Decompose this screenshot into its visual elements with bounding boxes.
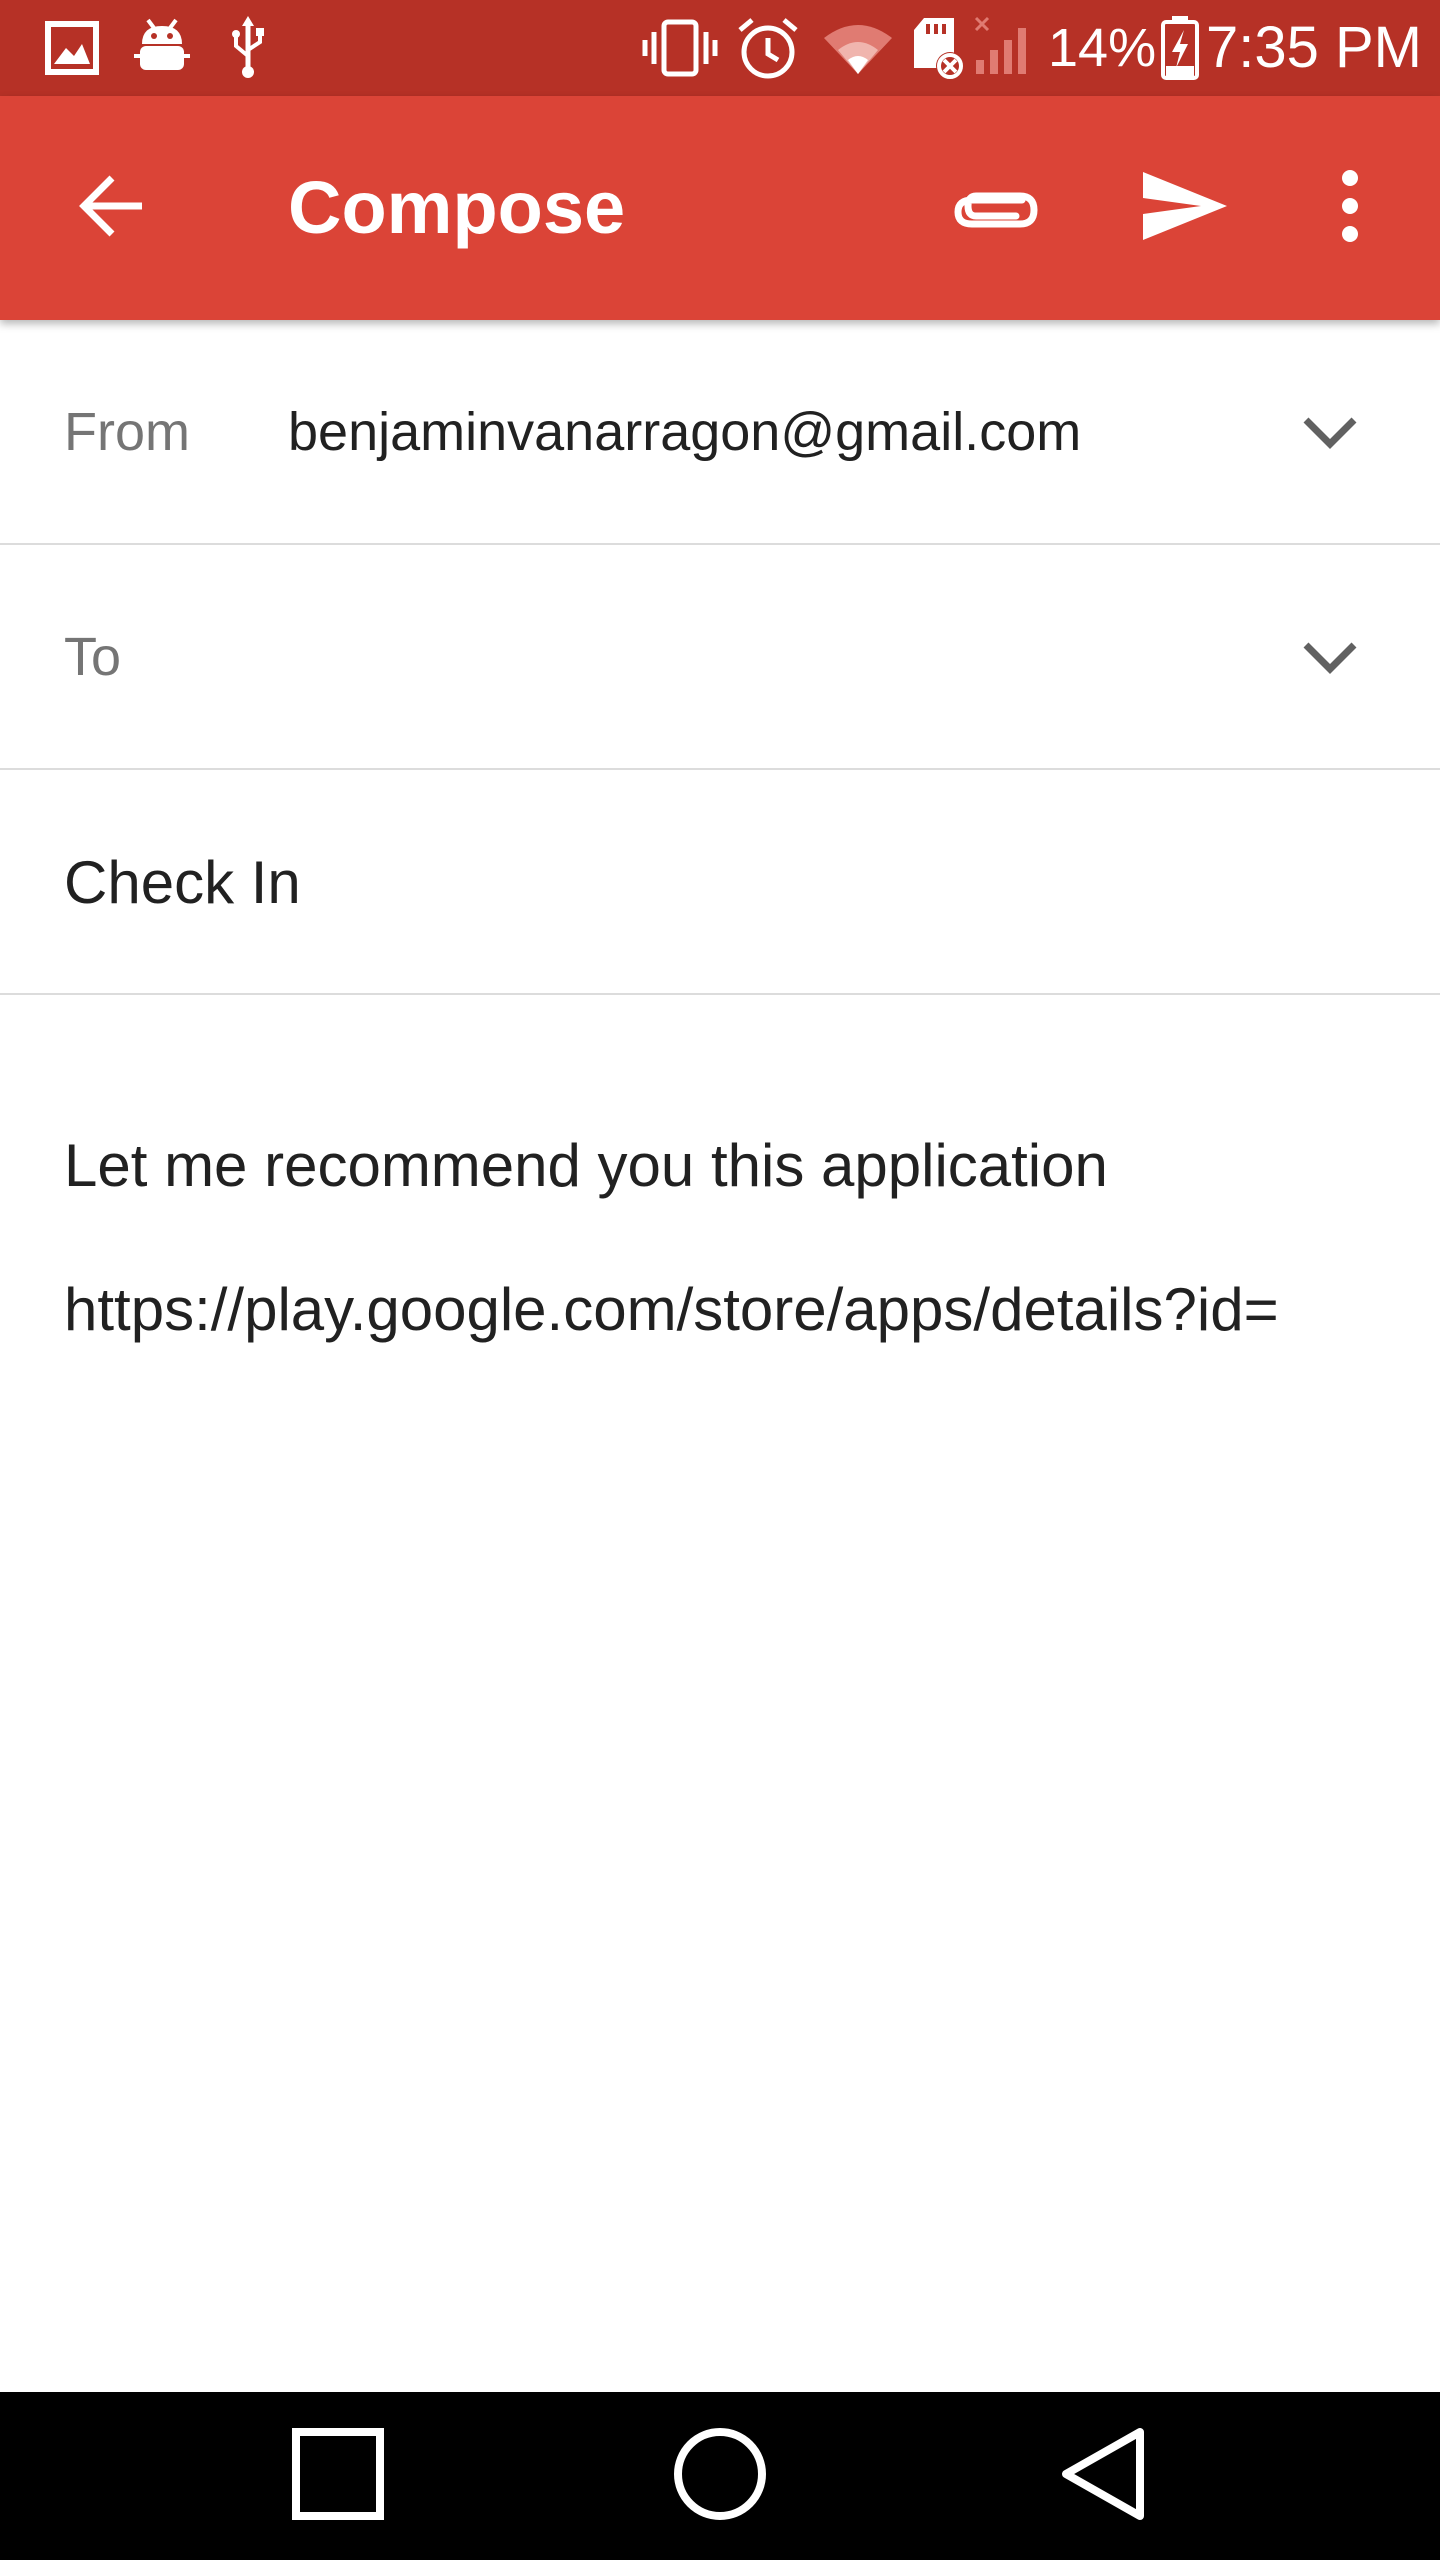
subject-row[interactable]: Check In — [0, 770, 1440, 995]
from-label: From — [64, 402, 190, 462]
subject-input[interactable]: Check In — [64, 848, 301, 918]
back-nav-icon — [1056, 2426, 1152, 2527]
to-input[interactable] — [288, 627, 1188, 687]
attach-button[interactable] — [940, 158, 1050, 258]
attach-icon — [950, 176, 1040, 241]
recents-icon — [290, 2426, 386, 2527]
nav-back-button[interactable] — [1044, 2416, 1164, 2536]
from-value[interactable]: benjaminvanarragon@gmail.com — [288, 402, 1081, 462]
status-bar: 14% 7:35 PM — [0, 0, 1440, 96]
body-line-2[interactable]: https://play.google.com/store/apps/detai… — [64, 1275, 1279, 1345]
to-chevron-down-icon[interactable] — [1290, 617, 1370, 697]
alarm-icon — [736, 16, 800, 79]
usb-icon — [228, 16, 268, 78]
to-row[interactable]: To — [0, 545, 1440, 770]
battery-percent: 14% — [1048, 18, 1157, 78]
page-title: Compose — [288, 166, 626, 249]
home-button[interactable] — [660, 2416, 780, 2536]
home-icon — [672, 2426, 768, 2527]
more-vert-icon — [1338, 169, 1362, 247]
android-debug-icon — [132, 16, 192, 76]
back-button[interactable] — [62, 158, 162, 258]
recents-button[interactable] — [278, 2416, 398, 2536]
to-label: To — [64, 627, 122, 687]
navigation-bar — [0, 2392, 1440, 2560]
vibrate-icon — [642, 18, 718, 78]
send-icon — [1141, 170, 1229, 247]
send-button[interactable] — [1130, 158, 1240, 258]
app-bar: Compose — [0, 96, 1440, 320]
body-line-1[interactable]: Let me recommend you this application — [64, 1131, 1108, 1201]
compose-screen: 14% 7:35 PM Compose From benjaminvanarra… — [0, 0, 1440, 2560]
from-chevron-down-icon[interactable] — [1290, 392, 1370, 472]
more-options-button[interactable] — [1300, 158, 1400, 258]
sd-card-error-icon — [910, 16, 966, 80]
battery-charging-icon — [1160, 14, 1200, 80]
status-time: 7:35 PM — [1206, 15, 1422, 80]
signal-icon — [972, 14, 1036, 74]
body-area[interactable]: Let me recommend you this application ht… — [0, 997, 1440, 2392]
gallery-icon — [44, 20, 100, 80]
wifi-icon — [822, 20, 894, 80]
back-icon — [76, 170, 148, 247]
from-row[interactable]: From benjaminvanarragon@gmail.com — [0, 320, 1440, 545]
